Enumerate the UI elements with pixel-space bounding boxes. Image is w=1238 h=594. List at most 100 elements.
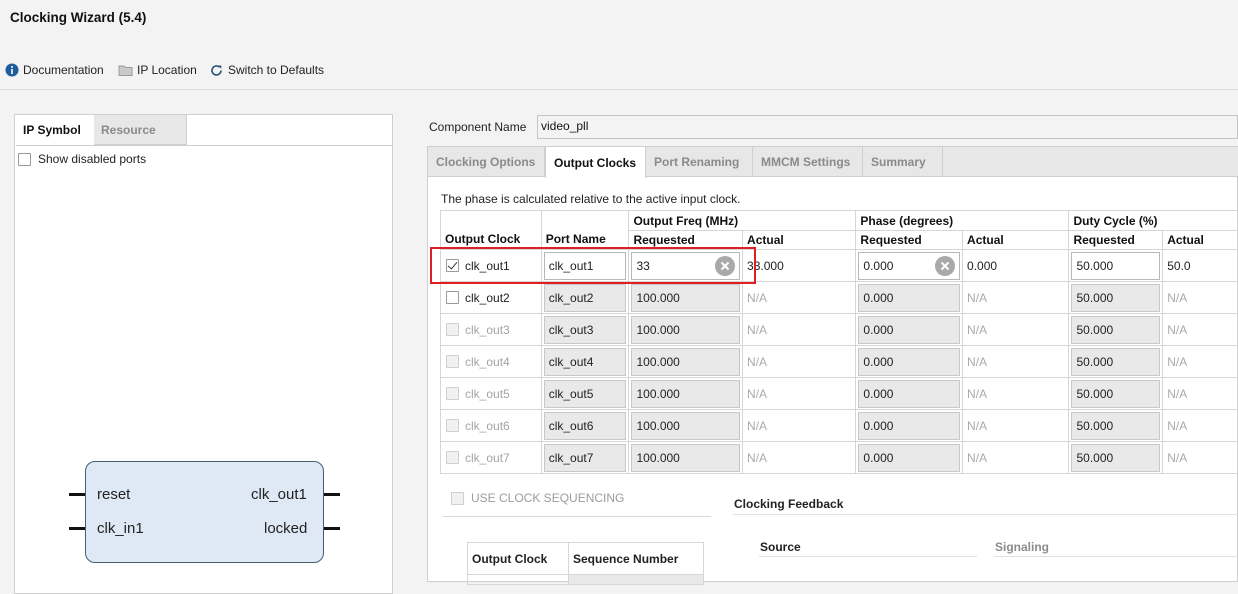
clock-label: clk_out3 [465, 322, 510, 337]
toolbar-divider [0, 89, 1238, 90]
col-phase-actual: Actual [962, 230, 1070, 250]
duty-actual: 50.0 [1167, 258, 1191, 273]
col-duty-requested: Requested [1068, 230, 1164, 250]
duty-requested-input[interactable]: 50.000 [1071, 347, 1161, 376]
port-name-input[interactable]: clk_out4 [543, 347, 627, 376]
table-row: clk_out4 clk_out4 100.000 N/A 0.000 N/A … [440, 345, 1238, 378]
table-row: clk_out6 clk_out6 100.000 N/A 0.000 N/A … [440, 409, 1238, 442]
freq-actual: N/A [747, 322, 768, 337]
phase-requested-input[interactable]: 0.000 [858, 251, 961, 280]
port-name-input[interactable]: clk_out2 [543, 283, 627, 312]
selection-highlight [430, 247, 756, 284]
duty-actual: N/A [1167, 450, 1188, 465]
phase-requested-input[interactable]: 0.000 [858, 411, 961, 440]
show-disabled-ports-checkbox[interactable] [18, 152, 31, 166]
tab-clocking-options[interactable]: Clocking Options [428, 147, 545, 177]
info-icon [5, 63, 19, 77]
freq-requested-input[interactable]: 100.000 [631, 315, 741, 344]
phase-requested-input[interactable]: 0.000 [858, 315, 961, 344]
ip-location-button[interactable]: IP Location [118, 62, 197, 78]
tab-port-renaming[interactable]: Port Renaming [646, 147, 753, 177]
col-phase-requested: Requested [855, 230, 964, 250]
duty-requested-input[interactable]: 50.000 [1071, 283, 1161, 312]
table-row: clk_out5 clk_out5 100.000 N/A 0.000 N/A … [440, 377, 1238, 410]
duty-requested-input[interactable]: 50.000 [1071, 315, 1161, 344]
port-name-input[interactable]: clk_out5 [543, 379, 627, 408]
switch-to-defaults-button[interactable]: Switch to Defaults [209, 62, 324, 78]
clock-label: clk_out6 [465, 418, 510, 433]
table-row: clk_out7 clk_out7 100.000 N/A 0.000 N/A … [440, 441, 1238, 474]
feedback-signaling-label: Signaling [995, 540, 1049, 554]
clocking-feedback-title: Clocking Feedback [734, 497, 844, 511]
tab-ip-symbol[interactable]: IP Symbol [15, 115, 94, 145]
duty-requested-input[interactable]: 50.000 [1071, 443, 1161, 472]
freq-actual: N/A [747, 354, 768, 369]
sequence-table: Output Clock Sequence Number [467, 542, 704, 585]
duty-requested-input[interactable]: 50.000 [1071, 379, 1161, 408]
freq-actual: N/A [747, 386, 768, 401]
use-clock-sequencing-option: USE CLOCK SEQUENCING [451, 491, 624, 505]
window-title: Clocking Wizard (5.4) [10, 10, 147, 25]
tab-resource[interactable]: Resource [94, 115, 187, 145]
switch-to-defaults-label: Switch to Defaults [228, 63, 325, 77]
duty-actual: N/A [1167, 322, 1188, 337]
ip-location-label: IP Location [137, 63, 197, 77]
feedback-divider [733, 514, 1238, 515]
phase-actual: N/A [967, 418, 988, 433]
ip-symbol-block [85, 461, 324, 563]
phase-requested-input[interactable]: 0.000 [858, 379, 961, 408]
port-name-input[interactable]: clk_out6 [543, 411, 627, 440]
reset-pin [69, 493, 85, 496]
freq-actual: N/A [747, 290, 768, 305]
phase-requested-input[interactable]: 0.000 [858, 347, 961, 376]
phase-actual: 0.000 [967, 258, 998, 273]
show-disabled-ports-option[interactable]: Show disabled ports [18, 152, 146, 166]
phase-actual: N/A [967, 290, 988, 305]
freq-actual: N/A [747, 418, 768, 433]
freq-requested-input[interactable]: 100.000 [631, 379, 741, 408]
folder-icon [118, 64, 133, 77]
port-name-input[interactable]: clk_out3 [543, 315, 627, 344]
clk-out3-checkbox [446, 323, 459, 336]
component-name-input[interactable]: video_pll [537, 115, 1238, 139]
freq-requested-input[interactable]: 100.000 [631, 411, 741, 440]
phase-actual: N/A [967, 354, 988, 369]
freq-requested-input[interactable]: 100.000 [631, 347, 741, 376]
table-row: clk_out2 clk_out2 100.000 N/A 0.000 N/A … [440, 281, 1238, 314]
tab-summary[interactable]: Summary [863, 147, 943, 177]
clk-out1-pin-label: clk_out1 [251, 486, 307, 503]
clock-label: clk_out5 [465, 386, 510, 401]
col-phase: Phase (degrees) [855, 210, 1070, 231]
clk-out2-checkbox[interactable] [446, 291, 459, 304]
duty-requested-input[interactable]: 50.000 [1071, 411, 1161, 440]
port-name-input[interactable]: clk_out7 [543, 443, 627, 472]
clk-out5-checkbox [446, 387, 459, 400]
signaling-underline [994, 556, 1238, 557]
phase-requested-input[interactable]: 0.000 [858, 443, 961, 472]
sequencing-divider [443, 516, 711, 517]
duty-actual: N/A [1167, 418, 1188, 433]
use-clock-sequencing-checkbox [451, 491, 464, 505]
left-tab-divider [16, 145, 393, 146]
locked-pin-label: locked [264, 520, 308, 537]
clk-out1-pin [324, 493, 340, 496]
col-duty-actual: Actual [1162, 230, 1238, 250]
clear-icon[interactable] [935, 255, 956, 276]
show-disabled-ports-label: Show disabled ports [38, 152, 147, 166]
use-clock-sequencing-label: USE CLOCK SEQUENCING [471, 491, 625, 505]
freq-requested-input[interactable]: 100.000 [631, 443, 741, 472]
tab-mmcm-settings[interactable]: MMCM Settings [753, 147, 863, 177]
documentation-label: Documentation [23, 63, 104, 77]
freq-requested-input[interactable]: 100.000 [631, 283, 741, 312]
tab-output-clocks[interactable]: Output Clocks [545, 147, 646, 178]
col-freq-actual: Actual [742, 230, 857, 250]
documentation-button[interactable]: Documentation [5, 62, 104, 78]
col-sequence-number: Sequence Number [568, 542, 704, 575]
phase-requested-input[interactable]: 0.000 [858, 283, 961, 312]
phase-requested-value: 0.000 [863, 258, 894, 273]
clk-out4-checkbox [446, 355, 459, 368]
duty-requested-input[interactable]: 50.000 [1071, 251, 1161, 280]
reset-pin-label: reset [97, 486, 131, 503]
clock-label: clk_out2 [465, 290, 510, 305]
phase-actual: N/A [967, 322, 988, 337]
